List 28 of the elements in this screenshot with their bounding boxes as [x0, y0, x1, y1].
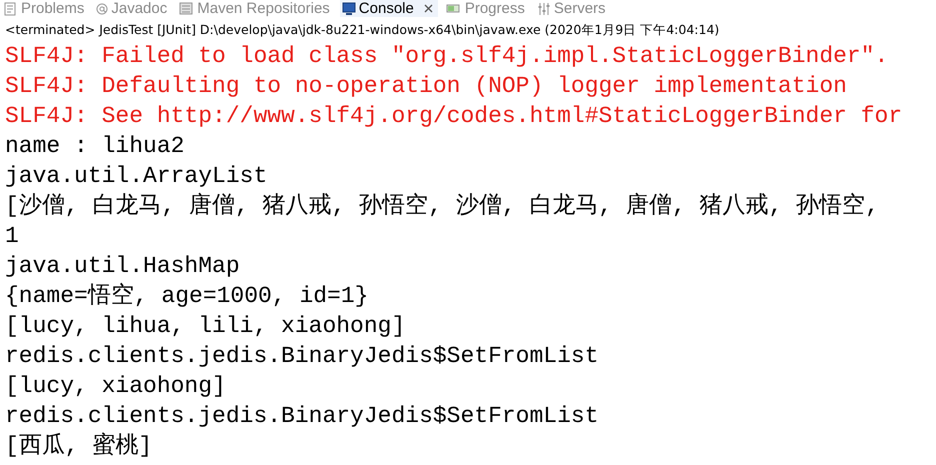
output-line: java.util.HashMap [5, 252, 241, 281]
error-line: SLF4J: Failed to load class "org.slf4j.impl.StaticLoggerBinder". [5, 42, 890, 71]
view-tab[interactable]: Console [340, 0, 438, 17]
output-line: [lucy, lihua, lili, xiaohong] [5, 312, 406, 341]
output-line: java.util.ArrayList [5, 162, 268, 191]
problems-icon [4, 2, 18, 16]
output-line: [沙僧, 白龙马, 唐僧, 猪八戒, 孙悟空, 沙僧, 白龙马, 唐僧, 猪八戒, 孙悟空, [5, 192, 880, 221]
monitor-icon [342, 2, 356, 16]
output-line: redis.clients.jedis.BinaryJedis$SetFromList [5, 402, 600, 431]
output-line: name : lihua2 [5, 132, 186, 161]
error-line: SLF4J: See http://www.slf4j.org/codes.html#StaticLoggerBinder for [5, 102, 904, 131]
sliders-icon [536, 2, 551, 16]
close-icon[interactable] [422, 3, 434, 14]
progress-icon [446, 2, 462, 16]
at-sign-icon [96, 2, 108, 14]
process-status: <terminated> JedisTest [JUnit] D:\develop\java\jdk-8u221-windows-x64\bin\javaw.exe (2020年1月9日 下午4:04:14) [4, 21, 720, 39]
output-line: redis.clients.jedis.BinaryJedis$SetFromList [5, 342, 600, 371]
output-line: [lucy, xiaohong] [5, 372, 227, 401]
output-line: [西瓜, 蜜桃] [5, 431, 154, 461]
view-tab[interactable]: Problems [2, 0, 88, 17]
error-line: SLF4J: Defaulting to no-operation (NOP) logger implementation [5, 72, 848, 101]
view-tab[interactable]: Servers [534, 0, 610, 17]
view-tab[interactable]: Javadoc [94, 0, 172, 17]
view-tab[interactable]: Maven Repositories [177, 0, 334, 17]
view-tab[interactable]: Progress [444, 0, 529, 17]
output-line: 1 [5, 222, 20, 251]
output-line: {name=悟空, age=1000, id=1} [5, 282, 370, 311]
repository-icon [179, 2, 194, 16]
